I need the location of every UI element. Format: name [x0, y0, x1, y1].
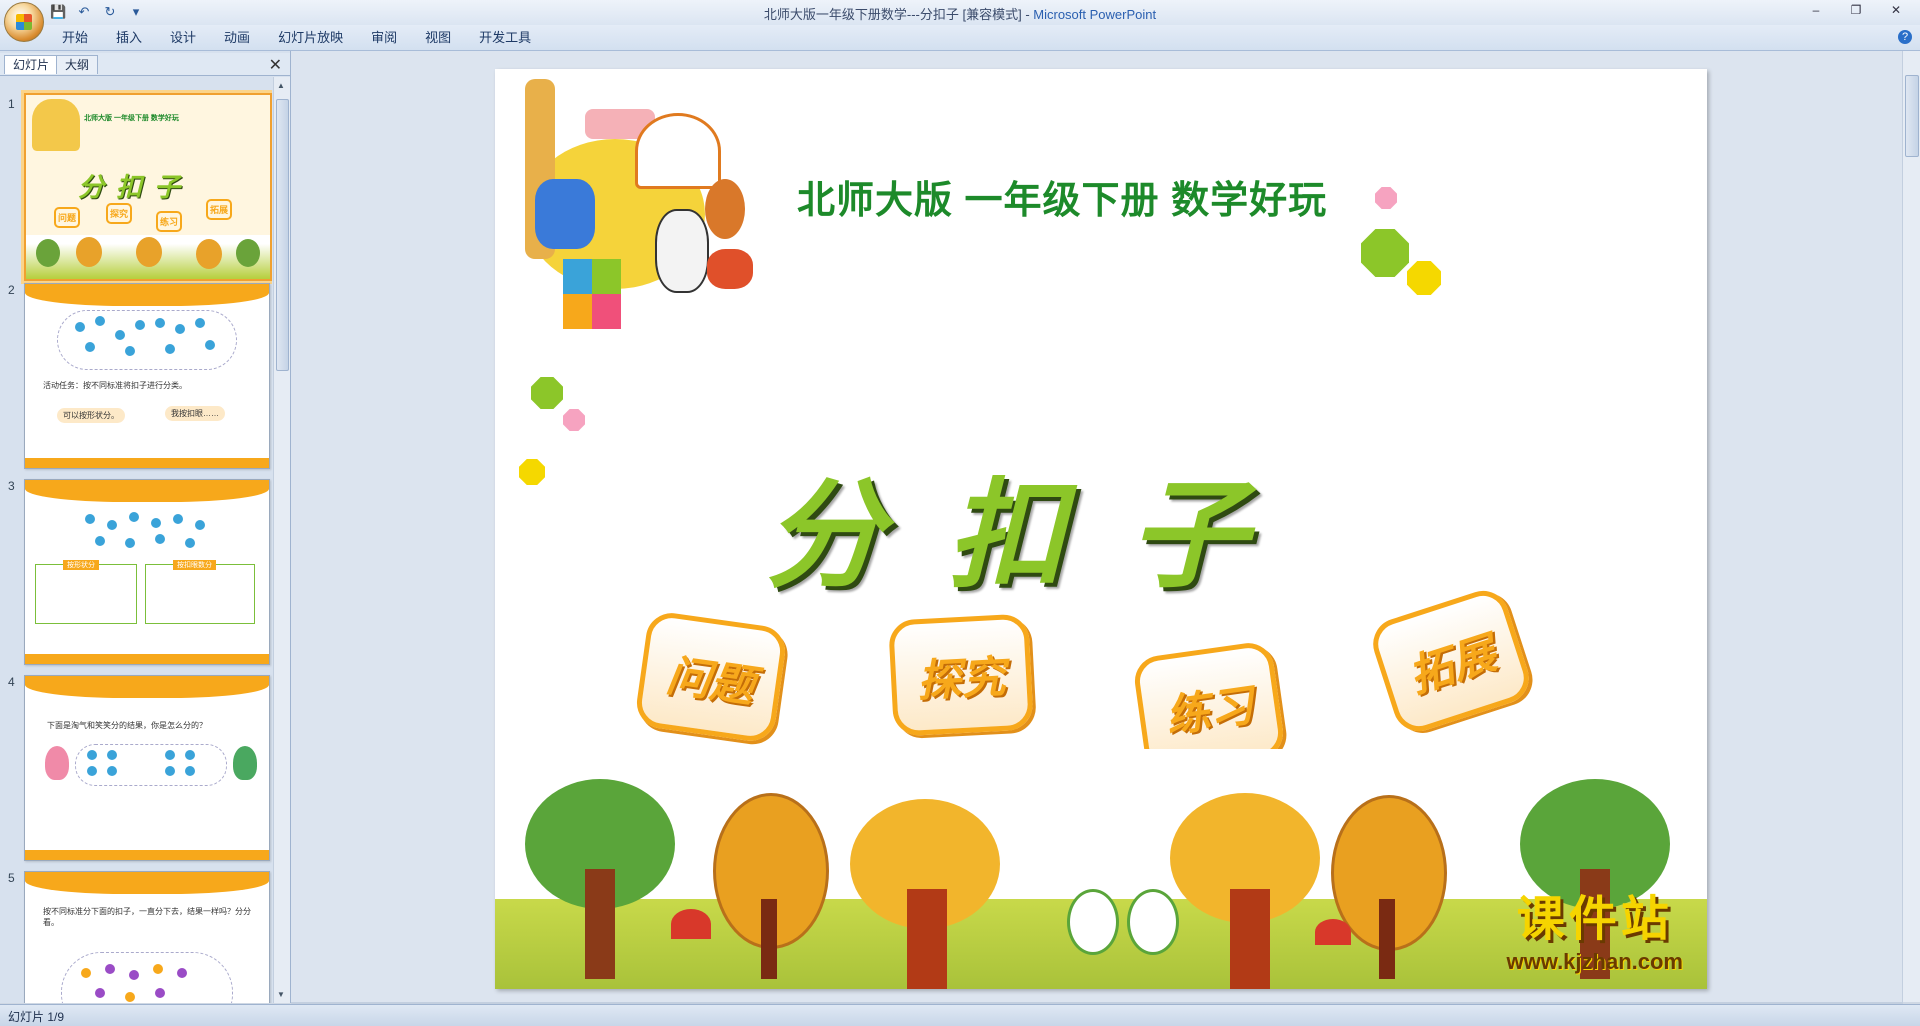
- tanjiu-button[interactable]: 探究: [888, 613, 1034, 737]
- thumb-text: 下面是淘气和笑笑分的结果，你是怎么分的？: [47, 721, 207, 730]
- thumb-subtitle: 北师大版 一年级下册 数学好玩: [84, 115, 179, 122]
- current-slide[interactable]: 北师大版 一年级下册 数学好玩 分扣子 问题 探究 练习 拓展 课件站 www.…: [495, 69, 1707, 989]
- watermark-title: 课件站: [1516, 893, 1673, 946]
- forest-illustration: 课件站 www.kjzhan.com: [495, 749, 1707, 989]
- ribbon-tab[interactable]: 视图: [411, 29, 465, 47]
- app-name: Microsoft PowerPoint: [1033, 7, 1157, 22]
- tanjiu-label: 探究: [916, 652, 1007, 707]
- decor-hexagon: [1361, 229, 1409, 277]
- office-logo-icon: [16, 14, 32, 30]
- wenti-label: 问题: [663, 651, 758, 712]
- thumbnail-slide-4[interactable]: 下面是淘气和笑笑分的结果，你是怎么分的？: [24, 675, 270, 861]
- window-title: 北师大版一年级下册数学---分扣子 [兼容模式] - Microsoft Pow…: [0, 4, 1920, 23]
- title-bar: 💾 ↶ ↻ ▾ 北师大版一年级下册数学---分扣子 [兼容模式] - Micro…: [0, 0, 1920, 42]
- tuozhan-button[interactable]: 拓展: [1366, 584, 1536, 738]
- slide-subtitle[interactable]: 北师大版 一年级下册 数学好玩: [797, 169, 1327, 224]
- restore-icon[interactable]: ❐: [1836, 0, 1876, 20]
- lianxi-label: 练习: [1162, 681, 1257, 742]
- slide-number: 4: [8, 675, 15, 689]
- thumb-text: 按不同标准分下面的扣子，一直分下去，结果一样吗？分分看。: [43, 907, 251, 927]
- thumb-btn: 拓展: [206, 199, 233, 220]
- cartoon-characters-image: [32, 99, 80, 151]
- decor-hexagon: [531, 377, 563, 409]
- ribbon-tab[interactable]: 审阅: [357, 29, 411, 47]
- tuozhan-label: 拓展: [1402, 628, 1502, 703]
- scrollbar-thumb[interactable]: [276, 99, 289, 371]
- document-name: 北师大版一年级下册数学---分扣子 [兼容模式]: [763, 7, 1022, 22]
- decor-hexagon: [563, 409, 585, 431]
- close-pane-icon[interactable]: ✕: [269, 55, 282, 75]
- slide-number: 3: [8, 479, 15, 493]
- ribbon-tab-bar: 开始 插入 设计 动画 幻灯片放映 审阅 视图 开发工具 ?: [0, 25, 1920, 51]
- cartoon-characters-image: [495, 69, 765, 339]
- ribbon-tab[interactable]: 开发工具: [465, 29, 545, 47]
- ribbon-tab[interactable]: 设计: [156, 29, 210, 47]
- slide-editor: 北师大版 一年级下册 数学好玩 分扣子 问题 探究 练习 拓展 课件站 www.…: [291, 51, 1903, 1002]
- thumb-btn: 探究: [106, 203, 133, 224]
- status-bar: 幻灯片 1/9: [0, 1004, 1920, 1026]
- thumb-task-text: 活动任务：按不同标准将扣子进行分类。: [43, 381, 187, 390]
- watermark-url: www.kjzhan.com: [1506, 949, 1683, 974]
- watermark: 课件站 www.kjzhan.com: [1507, 879, 1683, 975]
- thumb-label: 按扣眼数分: [173, 560, 216, 570]
- thumbnail-slide-2[interactable]: 活动任务：按不同标准将扣子进行分类。 可以按形状分。 我按扣眼……: [24, 283, 270, 469]
- office-button[interactable]: [4, 2, 44, 42]
- slide-number: 5: [8, 871, 15, 885]
- ribbon-tabs: 开始 插入 设计 动画 幻灯片放映 审阅 视图 开发工具: [48, 29, 545, 47]
- thumb-btn: 练习: [156, 211, 183, 232]
- thumb-title: 分扣子: [78, 172, 193, 202]
- scrollbar-thumb[interactable]: [1905, 75, 1919, 157]
- decor-hexagon: [519, 459, 545, 485]
- thumbnail-slide-5[interactable]: 按不同标准分下面的扣子，一直分下去，结果一样吗？分分看。: [24, 871, 270, 1003]
- slide-counter: 幻灯片 1/9: [8, 1010, 65, 1024]
- decor-hexagon: [1375, 187, 1397, 209]
- thumbnail-slide-1[interactable]: 北师大版 一年级下册 数学好玩 分扣子 问题 探究 练习 拓展: [24, 93, 272, 281]
- title-separator: -: [1021, 7, 1034, 22]
- thumb-bubble: 可以按形状分。: [57, 408, 125, 423]
- decor-hexagon: [1407, 261, 1441, 295]
- thumbnail-slide-3[interactable]: 按形状分 按扣眼数分: [24, 479, 270, 665]
- thumbnail-scrollbar[interactable]: ▲ ▼: [273, 77, 290, 1003]
- tab-outline[interactable]: 大纲: [56, 55, 99, 74]
- thumb-bubble: 我按扣眼……: [165, 406, 225, 421]
- close-icon[interactable]: ✕: [1876, 0, 1916, 20]
- tab-slides[interactable]: 幻灯片: [4, 55, 59, 74]
- slide-title[interactable]: 分扣子: [765, 439, 1311, 610]
- thumb-label: 按形状分: [63, 560, 99, 570]
- slides-pane: 幻灯片 大纲 ✕ 1 北师大版 一年级下册 数学好玩 分扣子 问题 探究 练习 …: [0, 51, 291, 1003]
- wenti-button[interactable]: 问题: [633, 609, 789, 745]
- slide-number: 2: [8, 283, 15, 297]
- slide-number: 1: [8, 97, 15, 111]
- boy-character: [233, 746, 257, 780]
- pane-tabs: 幻灯片 大纲 ✕: [0, 53, 290, 76]
- editor-vertical-scrollbar[interactable]: [1902, 51, 1920, 1002]
- help-icon[interactable]: ?: [1898, 30, 1912, 44]
- thumb-btn: 问题: [54, 207, 81, 228]
- ribbon-tab[interactable]: 开始: [48, 29, 102, 47]
- ribbon-tab[interactable]: 动画: [210, 29, 264, 47]
- ribbon-tab[interactable]: 幻灯片放映: [264, 29, 357, 47]
- thumbnail-list: 1 北师大版 一年级下册 数学好玩 分扣子 问题 探究 练习 拓展 2 活动任务…: [0, 77, 272, 1003]
- girl-character: [45, 746, 69, 780]
- ribbon-tab[interactable]: 插入: [102, 29, 156, 47]
- thumb-forest: [26, 235, 270, 279]
- window-controls: – ❐ ✕: [1796, 0, 1916, 20]
- minimize-icon[interactable]: –: [1796, 0, 1836, 20]
